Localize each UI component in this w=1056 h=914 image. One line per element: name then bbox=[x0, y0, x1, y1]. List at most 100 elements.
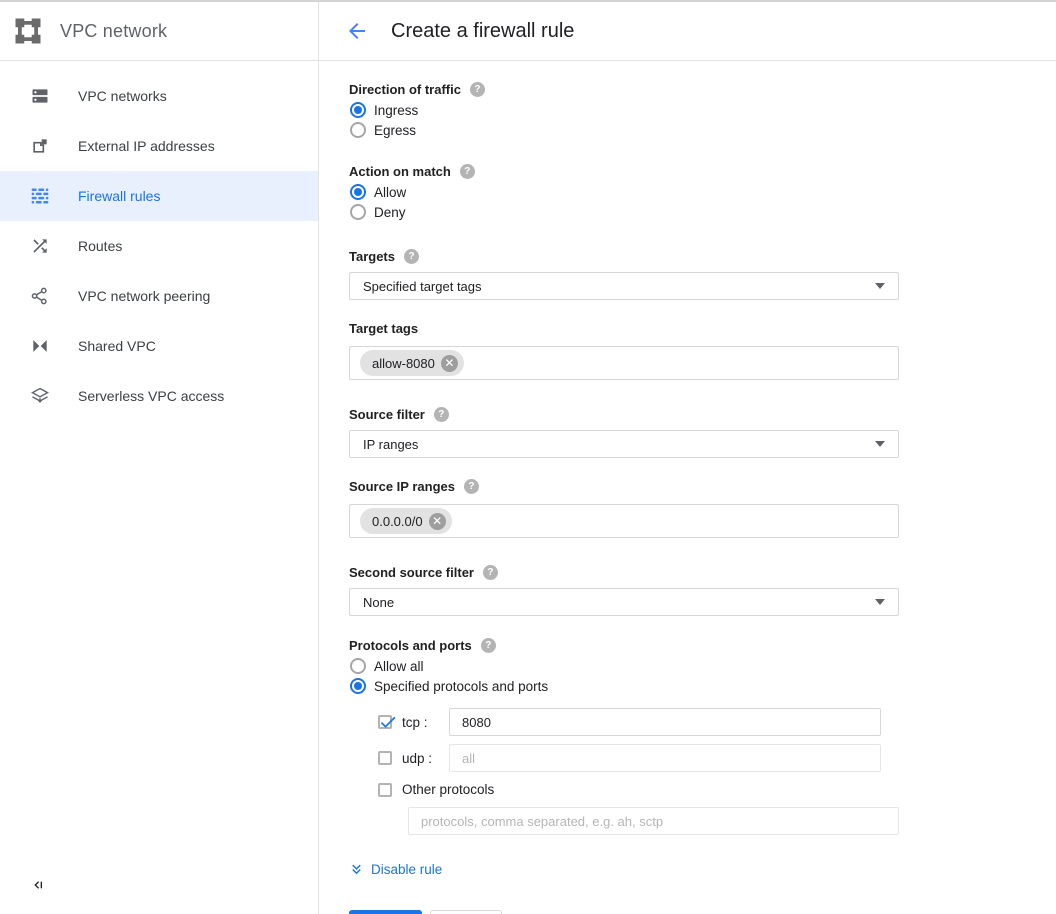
tcp-ports-input[interactable] bbox=[449, 708, 881, 736]
source-ip-ranges-input[interactable]: 0.0.0.0/0 ✕ bbox=[349, 504, 899, 538]
sidebar-header: VPC network bbox=[0, 2, 318, 61]
radio-egress[interactable]: Egress bbox=[349, 120, 1056, 140]
collapse-sidebar-button[interactable] bbox=[0, 877, 54, 914]
sidebar-item-label: VPC network peering bbox=[78, 288, 210, 304]
radio-selected-icon bbox=[350, 184, 366, 200]
udp-checkbox[interactable] bbox=[378, 751, 392, 765]
page-title: Create a firewall rule bbox=[391, 20, 574, 43]
source-filter-select[interactable]: IP ranges bbox=[349, 430, 899, 458]
radio-ingress[interactable]: Ingress bbox=[349, 100, 1056, 120]
arrow-back-icon bbox=[345, 19, 369, 43]
source-ip-chip: 0.0.0.0/0 ✕ bbox=[360, 508, 452, 534]
help-icon[interactable]: ? bbox=[481, 638, 496, 653]
routes-icon bbox=[30, 236, 50, 256]
vpc-network-logo-icon bbox=[13, 16, 43, 46]
tcp-label: tcp : bbox=[402, 715, 449, 730]
chevron-down-icon bbox=[875, 599, 885, 605]
double-chevron-down-icon bbox=[349, 862, 364, 877]
serverless-vpc-icon bbox=[30, 386, 50, 406]
second-source-filter-section: Second source filter ? None bbox=[349, 565, 1056, 616]
direction-of-traffic-section: Direction of traffic ? Ingress Egress bbox=[349, 82, 1056, 140]
sidebar-item-label: External IP addresses bbox=[78, 138, 215, 154]
second-source-filter-select[interactable]: None bbox=[349, 588, 899, 616]
vpc-firewall-page: VPC network VPC networks External bbox=[0, 0, 1056, 914]
main-panel: Create a firewall rule Direction of traf… bbox=[319, 2, 1056, 914]
source-ip-ranges-section: Source IP ranges ? 0.0.0.0/0 ✕ bbox=[349, 479, 1056, 538]
vpc-networks-icon bbox=[30, 86, 50, 106]
remove-chip-icon[interactable]: ✕ bbox=[429, 513, 446, 530]
other-protocols-row: Other protocols bbox=[349, 782, 1056, 797]
collapse-sidebar-icon bbox=[30, 880, 46, 897]
target-tags-section: Target tags allow-8080 ✕ bbox=[349, 321, 1056, 380]
help-icon[interactable]: ? bbox=[464, 479, 479, 494]
radio-selected-icon bbox=[350, 678, 366, 694]
sidebar-item-label: VPC networks bbox=[78, 88, 167, 104]
help-icon[interactable]: ? bbox=[404, 249, 419, 264]
sidebar-item-label: Shared VPC bbox=[78, 338, 156, 354]
targets-select[interactable]: Specified target tags bbox=[349, 272, 899, 300]
sidebar-item-label: Firewall rules bbox=[78, 188, 160, 204]
help-icon[interactable]: ? bbox=[460, 164, 475, 179]
radio-unselected-icon bbox=[350, 204, 366, 220]
source-filter-section: Source filter ? IP ranges bbox=[349, 407, 1056, 458]
back-button[interactable] bbox=[345, 19, 369, 43]
protocols-and-ports-label: Protocols and ports bbox=[349, 638, 472, 653]
sidebar-item-vpc-network-peering[interactable]: VPC network peering bbox=[0, 271, 318, 321]
other-protocols-checkbox[interactable] bbox=[378, 783, 392, 797]
udp-label: udp : bbox=[402, 751, 449, 766]
help-icon[interactable]: ? bbox=[470, 82, 485, 97]
help-icon[interactable]: ? bbox=[483, 565, 498, 580]
sidebar-item-vpc-networks[interactable]: VPC networks bbox=[0, 71, 318, 121]
direction-of-traffic-label: Direction of traffic bbox=[349, 82, 461, 97]
target-tags-input[interactable]: allow-8080 ✕ bbox=[349, 346, 899, 380]
sidebar-item-shared-vpc[interactable]: Shared VPC bbox=[0, 321, 318, 371]
other-protocols-label: Other protocols bbox=[402, 782, 494, 797]
radio-unselected-icon bbox=[350, 122, 366, 138]
radio-unselected-icon bbox=[350, 658, 366, 674]
sidebar-nav: VPC networks External IP addresses bbox=[0, 61, 318, 877]
sidebar: VPC network VPC networks External bbox=[0, 2, 319, 914]
create-button[interactable]: Create bbox=[349, 910, 422, 914]
radio-allow[interactable]: Allow bbox=[349, 182, 1056, 202]
udp-row: udp : bbox=[349, 744, 1056, 772]
checkmark-icon bbox=[378, 712, 398, 732]
firewall-rule-form: Direction of traffic ? Ingress Egress Ac… bbox=[319, 61, 1056, 914]
source-ip-ranges-label: Source IP ranges bbox=[349, 479, 455, 494]
sidebar-item-serverless-vpc-access[interactable]: Serverless VPC access bbox=[0, 371, 318, 421]
shared-vpc-icon bbox=[30, 336, 50, 356]
radio-deny[interactable]: Deny bbox=[349, 202, 1056, 222]
sidebar-item-label: Serverless VPC access bbox=[78, 388, 224, 404]
udp-ports-input[interactable] bbox=[449, 744, 881, 772]
chevron-down-icon bbox=[875, 283, 885, 289]
chevron-down-icon bbox=[875, 441, 885, 447]
sidebar-item-label: Routes bbox=[78, 238, 122, 254]
radio-selected-icon bbox=[350, 102, 366, 118]
help-icon[interactable]: ? bbox=[434, 407, 449, 422]
disable-rule-link[interactable]: Disable rule bbox=[349, 862, 442, 877]
sidebar-title: VPC network bbox=[60, 21, 167, 42]
page-header: Create a firewall rule bbox=[319, 2, 1056, 61]
sidebar-item-routes[interactable]: Routes bbox=[0, 221, 318, 271]
remove-chip-icon[interactable]: ✕ bbox=[441, 355, 458, 372]
action-on-match-label: Action on match bbox=[349, 164, 451, 179]
radio-allow-all[interactable]: Allow all bbox=[349, 656, 1056, 676]
sidebar-item-firewall-rules[interactable]: Firewall rules bbox=[0, 171, 318, 221]
cancel-button[interactable]: Cancel bbox=[430, 910, 502, 914]
target-tags-label: Target tags bbox=[349, 321, 418, 336]
tcp-row: tcp : bbox=[349, 708, 1056, 736]
radio-specified-protocols[interactable]: Specified protocols and ports bbox=[349, 676, 1056, 696]
protocols-and-ports-section: Protocols and ports ? Allow all Specifie… bbox=[349, 638, 1056, 835]
sidebar-item-external-ip-addresses[interactable]: External IP addresses bbox=[0, 121, 318, 171]
target-tag-chip: allow-8080 ✕ bbox=[360, 350, 464, 376]
targets-section: Targets ? Specified target tags bbox=[349, 249, 1056, 300]
other-protocols-input[interactable] bbox=[408, 807, 899, 835]
source-filter-label: Source filter bbox=[349, 407, 425, 422]
vpc-peering-icon bbox=[30, 286, 50, 306]
second-source-filter-label: Second source filter bbox=[349, 565, 474, 580]
external-ip-icon bbox=[30, 136, 50, 156]
form-actions: Create Cancel bbox=[349, 910, 1056, 914]
firewall-rules-icon bbox=[30, 186, 50, 206]
tcp-checkbox[interactable] bbox=[378, 715, 392, 729]
targets-label: Targets bbox=[349, 249, 395, 264]
action-on-match-section: Action on match ? Allow Deny bbox=[349, 164, 1056, 222]
